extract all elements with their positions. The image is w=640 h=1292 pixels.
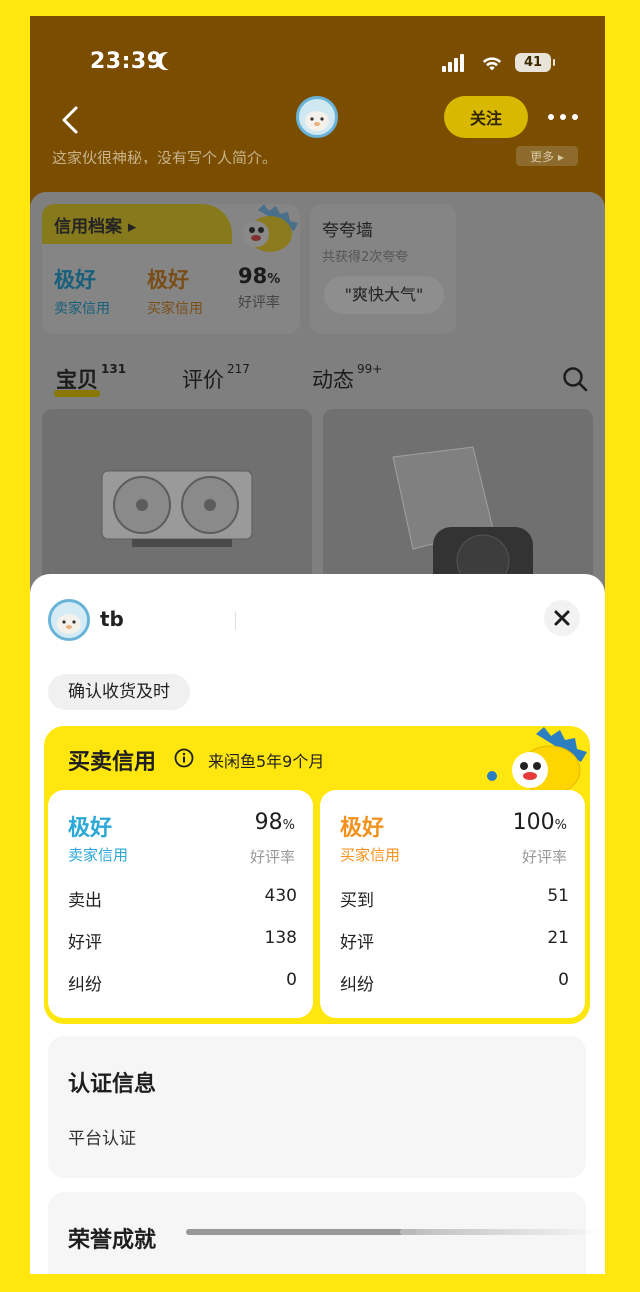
- seller-rate: 98%: [254, 810, 295, 835]
- praise-wall-title: 夸夸墙: [322, 221, 373, 241]
- trait-chip: 确认收货及时: [48, 674, 190, 710]
- certification-title: 认证信息: [68, 1072, 157, 1097]
- praise-count: 共获得2次夸夸: [322, 250, 409, 265]
- stat-row-good-reviews: 好评 21: [340, 928, 569, 953]
- profile-header: 23:39 41 关注 这家伙很神秘，没有写个人简介。 更多 ▸: [30, 16, 605, 216]
- buyer-credit-label: 买家信用: [340, 846, 401, 864]
- bio-text: 这家伙很神秘，没有写个人简介。: [52, 149, 278, 164]
- member-since: 来闲鱼5年9个月: [208, 752, 325, 771]
- sheet-avatar: [48, 599, 90, 641]
- stat-row-sold: 卖出 430: [68, 886, 297, 911]
- praise-wall-card[interactable]: 夸夸墙 共获得2次夸夸 "爽快大气": [310, 204, 456, 334]
- seller-grade: 极好: [68, 816, 113, 841]
- follow-button[interactable]: 关注: [444, 96, 528, 138]
- tab-active-indicator: [54, 390, 100, 397]
- stat-row-bought: 买到 51: [340, 886, 569, 911]
- seller-credit-label: 卖家信用: [54, 301, 110, 317]
- platform-certification: 平台认证: [68, 1129, 136, 1149]
- rate-label: 好评率: [238, 295, 280, 311]
- seller-credit-label: 卖家信用: [68, 846, 129, 864]
- buyer-rate-label: 好评率: [521, 848, 567, 866]
- buyer-grade: 极好: [147, 268, 189, 292]
- home-indicator[interactable]: [186, 1229, 416, 1235]
- seller-credit-summary: 极好 卖家信用: [54, 264, 110, 318]
- buyer-credit-summary: 极好 买家信用: [147, 264, 203, 318]
- moon-icon: [159, 49, 182, 72]
- mascot-icon: [487, 727, 587, 795]
- bio-more-button[interactable]: 更多 ▸: [516, 146, 578, 166]
- honors-title: 荣誉成就: [68, 1228, 157, 1253]
- rate-unit: %: [267, 272, 281, 287]
- tab-activity[interactable]: 动态 99+: [312, 362, 382, 394]
- credit-archive-label: 信用档案 ▸: [54, 217, 137, 237]
- info-icon[interactable]: [174, 748, 194, 768]
- home-indicator-fade: [400, 1229, 600, 1235]
- stat-row-disputes: 纠纷 0: [340, 970, 569, 995]
- buyer-credit-label: 买家信用: [147, 301, 203, 317]
- status-time: 23:39: [90, 49, 163, 74]
- close-button[interactable]: [544, 600, 580, 636]
- trade-credit-panel: 买卖信用 来闲鱼5年9个月 极好 卖家信用 98% 好评率 卖出 430 好评 …: [44, 726, 590, 1024]
- search-icon[interactable]: [562, 366, 588, 392]
- praise-chip: "爽快大气": [324, 276, 444, 314]
- certification-card[interactable]: 认证信息 平台认证: [48, 1036, 586, 1178]
- back-arrow-icon[interactable]: [58, 102, 82, 138]
- credit-archive-tab[interactable]: 信用档案 ▸: [42, 204, 232, 244]
- seller-rate-label: 好评率: [249, 848, 295, 866]
- rate-summary: 98% 好评率: [238, 264, 280, 312]
- divider: [235, 612, 236, 630]
- buyer-rate: 100%: [512, 810, 567, 835]
- tab-reviews[interactable]: 评价 217: [182, 362, 250, 394]
- credit-sheet: tb 确认收货及时 买卖信用 来闲鱼5年9个月 极好 卖家信用 98% 好评率 …: [30, 574, 605, 1274]
- close-icon: [554, 610, 570, 626]
- more-icon[interactable]: [548, 109, 580, 125]
- mascot-icon: [243, 204, 298, 252]
- seller-credit-card: 极好 卖家信用 98% 好评率 卖出 430 好评 138 纠纷 0: [48, 790, 313, 1018]
- stat-row-good-reviews: 好评 138: [68, 928, 297, 953]
- user-name: tb: [100, 607, 124, 631]
- wifi-icon: [482, 57, 502, 71]
- stat-row-disputes: 纠纷 0: [68, 970, 297, 995]
- rate-value: 98: [238, 264, 268, 288]
- seller-grade: 极好: [54, 268, 96, 292]
- avatar[interactable]: [296, 96, 338, 138]
- buyer-credit-card: 极好 买家信用 100% 好评率 买到 51 好评 21 纠纷 0: [320, 790, 585, 1018]
- battery-icon: 41: [515, 53, 555, 72]
- trade-credit-title: 买卖信用: [68, 750, 157, 775]
- content-tabs: 宝贝 131 评价 217 动态 99+: [30, 356, 605, 396]
- buyer-grade: 极好: [340, 816, 385, 841]
- app-screen: 23:39 41 关注 这家伙很神秘，没有写个人简介。 更多 ▸ 信用档案 ▸ …: [30, 16, 605, 1274]
- status-bar: 23:39 41: [30, 16, 605, 106]
